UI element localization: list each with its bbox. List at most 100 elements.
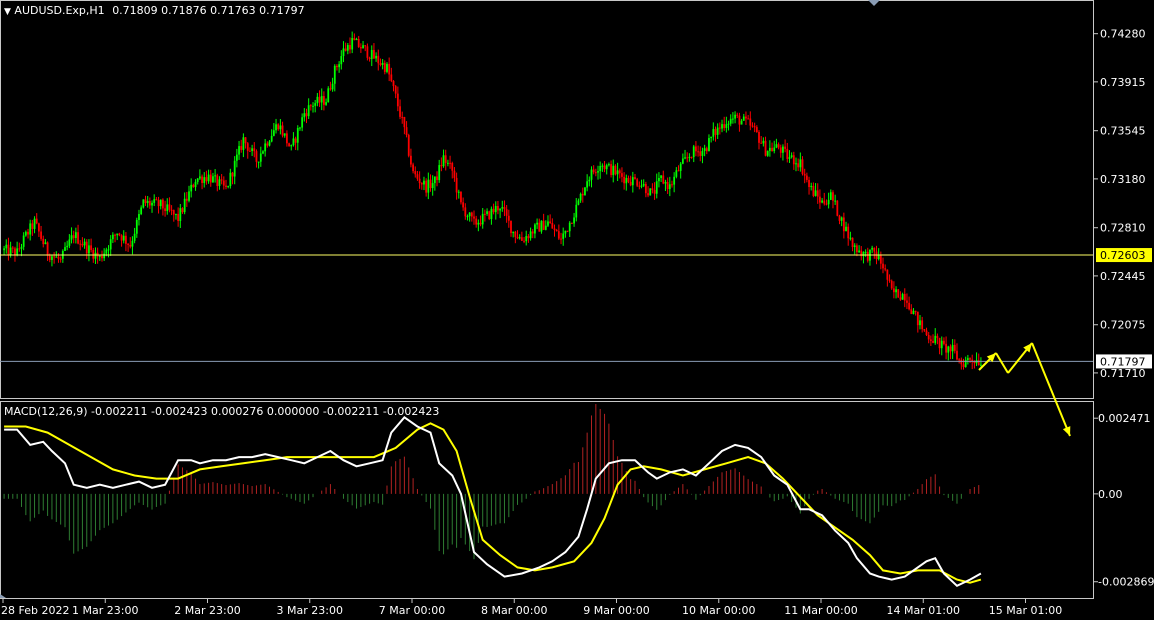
candle-body	[175, 213, 177, 215]
candle-body	[370, 50, 373, 60]
candle-body	[194, 181, 197, 188]
candle-body	[538, 222, 541, 232]
candle-body	[342, 48, 345, 57]
candle-body	[555, 229, 558, 232]
time-tick-label: 7 Mar 00:00	[379, 604, 445, 617]
candle-body	[853, 245, 856, 247]
candle-body	[31, 223, 34, 230]
candle-body	[166, 204, 169, 212]
candle-body	[834, 200, 837, 202]
candle-body	[423, 180, 425, 185]
candle-body	[616, 170, 619, 175]
candle-body	[253, 148, 256, 152]
candle-body	[490, 208, 493, 220]
candle-body	[279, 125, 282, 130]
candle-body	[832, 192, 834, 201]
candle-body	[388, 63, 391, 75]
candle-body	[351, 38, 354, 50]
candle-body	[192, 184, 195, 188]
candle-body	[222, 180, 225, 186]
candle-body	[127, 243, 129, 245]
candle-body	[410, 155, 412, 165]
candle-body	[85, 241, 88, 254]
candle-body	[68, 239, 71, 246]
candle-body	[943, 340, 945, 344]
time-tick-label: 15 Mar 01:00	[989, 604, 1062, 617]
candle-body	[133, 233, 136, 241]
candle-body	[251, 148, 254, 151]
candle-body	[40, 231, 42, 239]
candle-body	[731, 118, 734, 120]
candle-body	[14, 248, 16, 256]
candle-body	[103, 253, 106, 259]
candle-body	[146, 200, 149, 204]
candle-body	[949, 346, 952, 352]
price-tick-label: 0.73915	[1100, 76, 1146, 89]
candle-body	[225, 185, 227, 188]
trading-chart[interactable]: 0.74280 0.73915 0.73545 0.73180 0.72810 0.724…	[0, 0, 1154, 620]
candle-body	[190, 184, 193, 192]
candle-body	[919, 320, 921, 326]
candle-body	[723, 124, 726, 129]
candle-body	[362, 45, 364, 49]
candle-body	[129, 244, 132, 247]
candle-body	[464, 207, 467, 217]
candle-body	[177, 213, 180, 221]
candle-body	[447, 162, 449, 164]
candle-body	[9, 247, 12, 255]
candle-body	[938, 338, 941, 349]
candle-body	[48, 255, 51, 260]
candle-body	[79, 243, 82, 245]
candle-body	[455, 177, 458, 193]
candle-body	[92, 249, 95, 259]
candle-body	[888, 279, 891, 281]
candle-body	[581, 193, 584, 196]
time-tick-label: 2 Mar 23:00	[174, 604, 240, 617]
candle-body	[623, 176, 626, 184]
candle-body	[399, 106, 401, 117]
candle-body	[540, 220, 543, 232]
candle-body	[547, 221, 549, 226]
candle-body	[336, 65, 338, 68]
candle-body	[899, 297, 902, 300]
candle-body	[122, 235, 125, 241]
candle-body	[440, 165, 443, 167]
candle-body	[777, 144, 780, 148]
candle-body	[879, 255, 882, 264]
candle-body	[592, 169, 595, 173]
candle-body	[929, 339, 932, 341]
candle-body	[44, 242, 47, 245]
candle-body	[116, 233, 119, 236]
dropdown-triangle-icon[interactable]: ▼	[4, 7, 11, 17]
candle-body	[956, 350, 958, 360]
candle-body	[821, 200, 823, 203]
candle-body	[114, 234, 116, 236]
candle-body	[666, 182, 669, 190]
candle-body	[268, 141, 271, 146]
candle-body	[716, 127, 719, 135]
candle-body	[83, 241, 86, 246]
candle-body	[470, 212, 473, 217]
candle-body	[264, 143, 267, 152]
candle-body	[579, 193, 582, 201]
time-tick-label: 14 Mar 01:00	[887, 604, 960, 617]
candle-body	[594, 172, 597, 174]
candle-body	[90, 245, 93, 250]
candle-body	[316, 96, 319, 104]
candle-body	[35, 218, 38, 224]
candle-body	[764, 140, 767, 156]
candle-body	[329, 88, 332, 90]
candle-body	[810, 185, 813, 188]
time-tick-label: 1 Mar 23:00	[72, 604, 138, 617]
candle-body	[945, 343, 948, 353]
candle-body	[344, 48, 347, 51]
candle-body	[131, 240, 134, 247]
candle-body	[836, 200, 839, 216]
candle-body	[697, 151, 699, 153]
candle-body	[212, 176, 214, 183]
candle-body	[355, 39, 358, 41]
candle-body	[969, 358, 971, 360]
candle-body	[201, 176, 203, 184]
price-tick-label: 0.73180	[1100, 173, 1146, 186]
candle-body	[651, 188, 654, 191]
